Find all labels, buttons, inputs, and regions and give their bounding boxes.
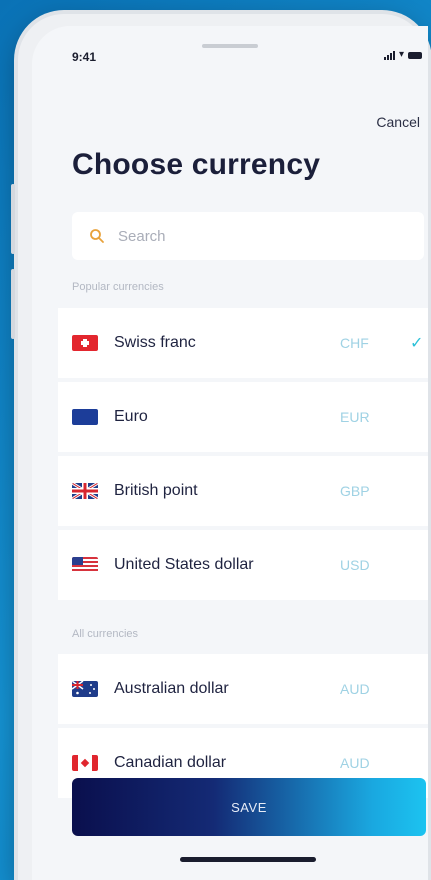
currency-code: CHF [340, 335, 369, 351]
currency-code: EUR [340, 409, 370, 425]
app-screen: 9:41 ▾ Cancel Choose currency Popular cu… [32, 26, 428, 880]
phone-frame: 9:41 ▾ Cancel Choose currency Popular cu… [11, 14, 428, 880]
currency-name: Euro [114, 408, 148, 425]
wifi-icon: ▾ [398, 49, 404, 60]
search-icon [88, 227, 106, 245]
currency-row-usd[interactable]: United States dollar USD [58, 530, 428, 600]
currency-name: Australian dollar [114, 680, 229, 697]
home-indicator[interactable] [180, 857, 316, 862]
currency-name: Swiss franc [114, 334, 196, 351]
canada-flag-icon [72, 755, 98, 771]
section-label-popular: Popular currencies [72, 281, 164, 293]
switzerland-flag-icon [72, 335, 98, 351]
currency-name: British point [114, 482, 198, 499]
currency-code: AUD [340, 755, 370, 771]
uk-flag-icon [72, 483, 98, 499]
currency-row-gbp[interactable]: British point GBP [58, 456, 428, 526]
section-label-all: All currencies [72, 628, 139, 640]
check-icon: ✓ [410, 335, 424, 352]
australia-flag-icon [72, 681, 98, 697]
us-flag-icon [72, 557, 98, 573]
signal-icon [383, 50, 395, 60]
speaker-notch [202, 44, 258, 48]
currency-code: USD [340, 557, 370, 573]
currency-row-eur[interactable]: Euro EUR [58, 382, 428, 452]
status-bar: 9:41 ▾ [32, 26, 428, 76]
status-icons: ▾ [383, 49, 422, 60]
eu-flag-icon [72, 409, 98, 425]
currency-row-aud[interactable]: Australian dollar AUD [58, 654, 428, 724]
currency-code: AUD [340, 681, 370, 697]
search-bar[interactable] [72, 212, 424, 260]
search-input[interactable] [116, 226, 400, 246]
currency-row-chf[interactable]: Swiss franc CHF ✓ [58, 308, 428, 378]
currency-code: GBP [340, 483, 370, 499]
status-time: 9:41 [72, 50, 97, 64]
cancel-button[interactable]: Cancel [376, 114, 420, 130]
currency-name: United States dollar [114, 556, 254, 573]
battery-icon [408, 51, 422, 59]
currency-name: Canadian dollar [114, 754, 227, 771]
save-button[interactable]: SAVE [72, 778, 426, 836]
page-title: Choose currency [72, 148, 321, 181]
